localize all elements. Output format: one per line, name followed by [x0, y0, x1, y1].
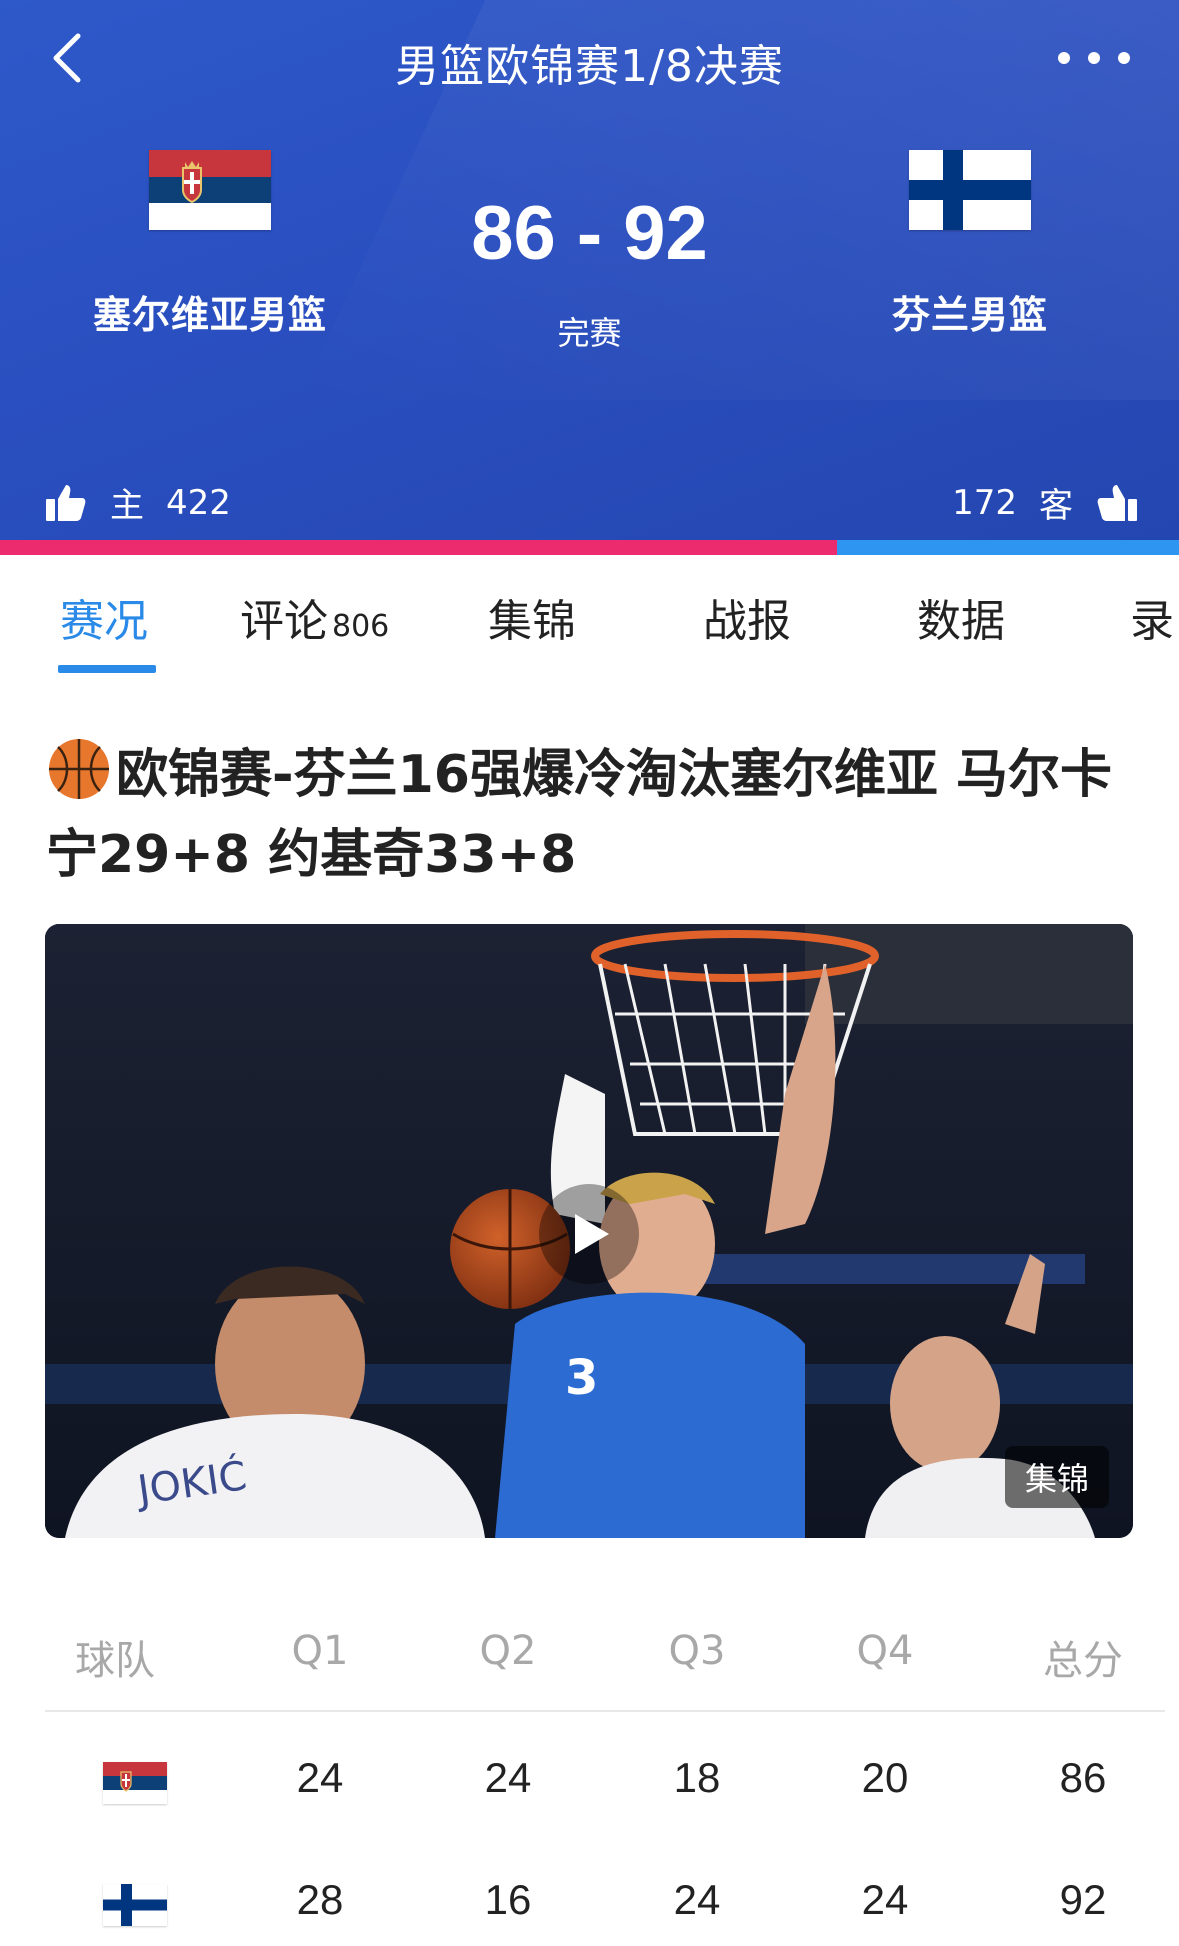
table-row: 28 16 24 24 92	[45, 1834, 1165, 1946]
home-support[interactable]: 主 422	[44, 478, 231, 527]
away-support-label: 客	[1039, 486, 1073, 526]
highlight-video[interactable]: 3 JOKIĆ 集锦	[45, 924, 1133, 1538]
tab-live[interactable]: 赛况	[60, 585, 148, 649]
active-tab-indicator	[58, 665, 156, 673]
page-title: 男篮欧锦赛1/8决赛	[395, 41, 784, 92]
q4-score: 24	[861, 1876, 909, 1923]
q2-score: 24	[484, 1754, 532, 1801]
total-score: 86	[1059, 1754, 1107, 1801]
tab-highlights[interactable]: 集锦	[488, 585, 576, 649]
tab-live-label: 赛况	[60, 596, 148, 647]
q2-score: 16	[484, 1876, 532, 1923]
tab-record[interactable]: 录	[1130, 585, 1174, 649]
finland-flag-icon	[103, 1884, 167, 1926]
article-title[interactable]: 欧锦赛-芬兰16强爆冷淘汰塞尔维亚 马尔卡宁29+8 约基奇33+8	[46, 735, 1146, 895]
tab-comments[interactable]: 评论 806	[240, 585, 389, 649]
article-title-text: 欧锦赛-芬兰16强爆冷淘汰塞尔维亚 马尔卡宁29+8 约基奇33+8	[46, 745, 1113, 885]
header-q3: Q3	[668, 1628, 726, 1674]
video-badge: 集锦	[1004, 1446, 1109, 1508]
tab-comments-count: 806	[332, 609, 390, 644]
tab-highlights-label: 集锦	[488, 596, 576, 647]
more-dots-icon	[1058, 52, 1130, 64]
q1-score: 24	[296, 1754, 344, 1801]
header-q1: Q1	[291, 1628, 349, 1674]
away-support-count: 172	[952, 482, 1017, 523]
tab-comments-label: 评论	[240, 596, 328, 647]
tab-report-label: 战报	[703, 596, 791, 647]
q3-score: 18	[673, 1754, 721, 1801]
basketball-icon	[46, 736, 112, 802]
header-q2: Q2	[479, 1628, 537, 1674]
match-header: 男篮欧锦赛1/8决赛 塞尔维亚男篮 86 - 92 完赛 芬兰男篮 主 422 …	[0, 0, 1179, 555]
q1-score: 28	[296, 1876, 344, 1923]
away-support-fill	[837, 540, 1179, 555]
support-ratio-bar	[0, 540, 1179, 555]
thumbs-up-icon	[44, 481, 88, 525]
q3-score: 24	[673, 1876, 721, 1923]
home-support-count: 422	[166, 482, 231, 523]
tab-bar: 赛况 评论 806 集锦 战报 数据 录	[0, 555, 1179, 675]
table-row: 24 24 18 20 86	[45, 1712, 1165, 1832]
tab-stats-label: 数据	[917, 596, 1005, 647]
tab-report[interactable]: 战报	[703, 585, 791, 649]
home-support-label: 主	[110, 486, 144, 526]
away-support[interactable]: 172 客	[952, 478, 1139, 527]
play-icon	[575, 1214, 609, 1254]
away-team-name: 芬兰男篮	[891, 293, 1048, 337]
away-team[interactable]: 芬兰男篮	[790, 150, 1150, 339]
table-header: 球队 Q1 Q2 Q3 Q4 总分	[45, 1600, 1165, 1710]
tab-stats[interactable]: 数据	[917, 585, 1005, 649]
header-q4: Q4	[856, 1628, 914, 1674]
tab-record-label: 录	[1130, 596, 1174, 647]
home-support-fill	[0, 540, 837, 555]
finland-flag-icon	[909, 150, 1031, 230]
total-score: 92	[1059, 1876, 1107, 1923]
q4-score: 20	[861, 1754, 909, 1801]
more-button[interactable]	[1049, 38, 1139, 78]
serbia-flag-icon	[103, 1762, 167, 1804]
thumbs-up-icon	[1095, 481, 1139, 525]
header-total: 总分	[1043, 1638, 1123, 1684]
play-button[interactable]	[539, 1184, 639, 1284]
svg-text:3: 3	[565, 1350, 598, 1406]
header-team: 球队	[75, 1638, 155, 1684]
